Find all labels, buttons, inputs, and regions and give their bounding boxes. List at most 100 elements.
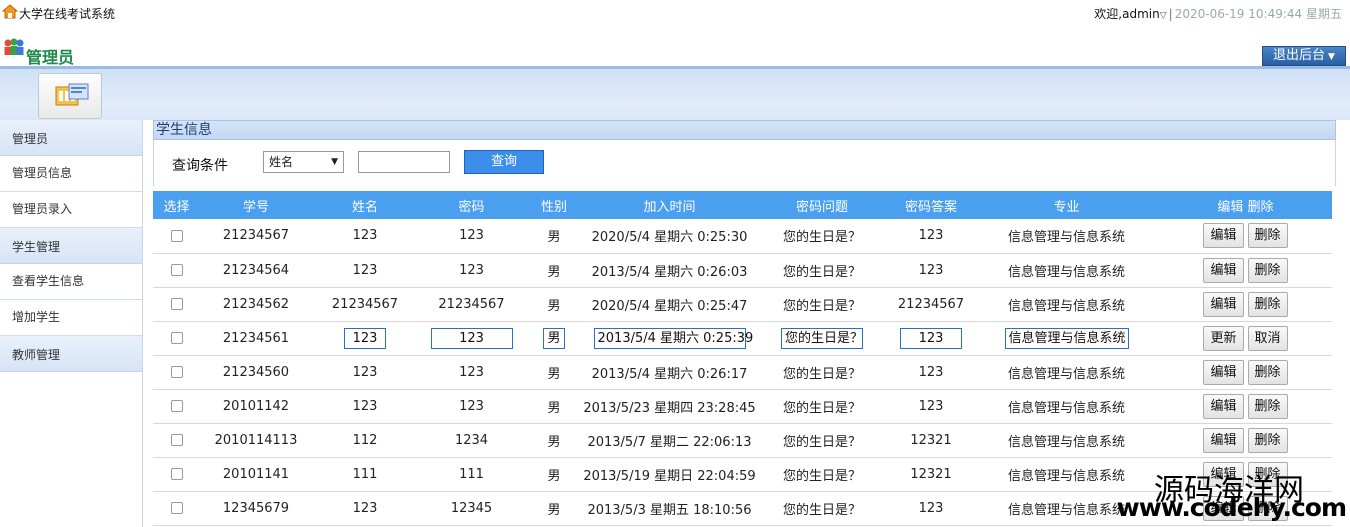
table-row: 21234562 21234567 21234567 男 2020/5/4 星期六 0:… [153,287,1332,322]
table-cell: 123 [312,219,418,254]
row-checkbox[interactable] [170,264,183,276]
query-field-value: 姓名 [269,155,294,169]
table-cell: 男 [525,423,583,458]
student-password: 1234 [454,432,489,448]
gender-input[interactable]: 男 [543,327,565,349]
user-dropdown-icon[interactable]: ▽ [1160,11,1167,21]
table-cell: 2013/5/7 星期二 22:06:13 [583,423,756,458]
query-input[interactable] [358,151,450,173]
row-checkbox[interactable] [170,400,183,412]
table-cell: 123 [888,219,974,254]
table-cell: 编辑 删除 [1159,389,1332,424]
table-cell: 信息管理与信息系统 [974,219,1159,254]
edit-button[interactable]: 编辑 [1203,223,1244,249]
student-name: 123 [352,262,378,278]
table-cell: 123 [312,321,418,356]
security-question: 您的生日是？ [782,298,861,314]
joined-time-input[interactable]: 2013/5/4 星期六 0:25:39 [593,327,753,349]
delete-button[interactable]: 删除 [1247,291,1288,317]
query-button[interactable]: 查询 [464,150,544,174]
row-checkbox[interactable] [170,434,183,446]
table-cell: 111 [418,457,525,492]
joined-time: 2013/5/7 星期二 22:06:13 [587,434,752,450]
edit-button[interactable]: 编辑 [1203,427,1244,453]
student-gender: 男 [547,400,561,416]
column-header: 学号 [200,191,312,219]
name-input[interactable]: 123 [344,327,386,349]
table-cell: 2013/5/4 星期六 0:25:39 [583,321,756,356]
student-name: 21234567 [331,296,399,312]
security-question-input[interactable]: 您的生日是？ [781,327,863,349]
security-question: 您的生日是？ [782,468,861,484]
column-header: 密码 [418,191,525,219]
sidebar-group-admin[interactable]: 管理员 [0,120,142,156]
security-answer: 123 [918,262,944,278]
table-cell: 1234 [418,423,525,458]
delete-button[interactable]: 删除 [1247,257,1288,283]
query-field-select[interactable]: 姓名 ▼ [263,151,344,173]
joined-time: 2013/5/4 星期六 0:26:17 [591,366,748,382]
row-checkbox[interactable] [170,502,183,514]
table-cell: 123 [418,389,525,424]
table-cell: 123 [888,253,974,288]
table-cell: 12345 [418,491,525,526]
row-checkbox[interactable] [170,229,183,242]
top-bar: 大学在线考试系统 欢迎,admin▽ | 2020-06-19 10:49:44 星… [0,0,1350,24]
row-checkbox[interactable] [170,366,183,378]
table-cell: 123 [418,321,525,356]
chevron-down-icon: ▼ [1328,52,1335,62]
sidebar-group-teacher[interactable]: 教师管理 [0,336,142,372]
student-major: 信息管理与信息系统 [1007,264,1125,280]
role-title: 管理员 [26,48,75,67]
sidebar-group-student[interactable]: 学生管理 [0,228,142,264]
sidebar-item-view-students[interactable]: 查看学生信息 [0,264,142,300]
password-input[interactable]: 123 [430,327,513,349]
student-gender: 男 [547,298,561,314]
delete-button[interactable]: 删除 [1247,427,1288,453]
delete-button[interactable]: 删除 [1247,393,1288,419]
sidebar-item-admin-entry[interactable]: 管理员录入 [0,192,142,228]
cancel-button[interactable]: 取消 [1247,325,1288,351]
sidebar-item-admin-info[interactable]: 管理员信息 [0,156,142,192]
student-password: 12345 [450,500,493,516]
edit-button[interactable]: 编辑 [1203,359,1244,385]
security-answer: 12321 [910,466,952,482]
table-cell: 您的生日是？ [756,457,888,492]
table-cell [153,491,200,526]
table-cell: 男 [525,253,583,288]
table-cell: 123 [312,389,418,424]
username[interactable]: admin [1122,7,1160,21]
delete-button[interactable]: 删除 [1247,223,1288,249]
student-major: 信息管理与信息系统 [1007,434,1125,450]
module-tile[interactable] [38,73,102,119]
table-row: 21234561 123 123 男 2013/5/4 星期六 0:25:39 您的生日是… [153,321,1332,356]
table-row: 2010114113 112 1234 男 2013/5/7 星期二 22:06:13 您… [153,423,1332,458]
student-id: 2010114113 [214,432,298,448]
edit-button[interactable]: 编辑 [1203,393,1244,419]
table-cell: 您的生日是？ [756,321,888,356]
edit-button[interactable]: 编辑 [1203,291,1244,317]
major-input[interactable]: 信息管理与信息系统 [1004,327,1129,349]
column-header: 编辑 删除 [1159,191,1332,219]
table-cell: 男 [525,491,583,526]
delete-button[interactable]: 删除 [1247,359,1288,385]
security-question: 您的生日是？ [782,264,861,280]
sidebar-item-add-student[interactable]: 增加学生 [0,300,142,336]
module-band [0,66,1350,120]
table-cell: 您的生日是？ [756,287,888,322]
table-cell: 21234561 [200,321,312,356]
row-checkbox[interactable] [170,298,183,310]
row-checkbox[interactable] [170,332,183,344]
row-checkbox[interactable] [170,468,183,480]
table-row: 20101142 123 123 男 2013/5/23 星期四 23:28:45 您的生… [153,389,1332,424]
security-answer-input[interactable]: 123 [900,327,962,349]
table-cell [153,219,200,254]
student-name: 112 [352,432,378,448]
student-name: 123 [352,228,378,244]
update-button[interactable]: 更新 [1203,325,1244,351]
table-cell: 123 [418,253,525,288]
table-cell: 编辑 删除 [1159,355,1332,390]
table-cell: 20101142 [200,389,312,424]
logout-button[interactable]: 退出后台 ▼ [1262,46,1346,66]
edit-button[interactable]: 编辑 [1203,257,1244,283]
